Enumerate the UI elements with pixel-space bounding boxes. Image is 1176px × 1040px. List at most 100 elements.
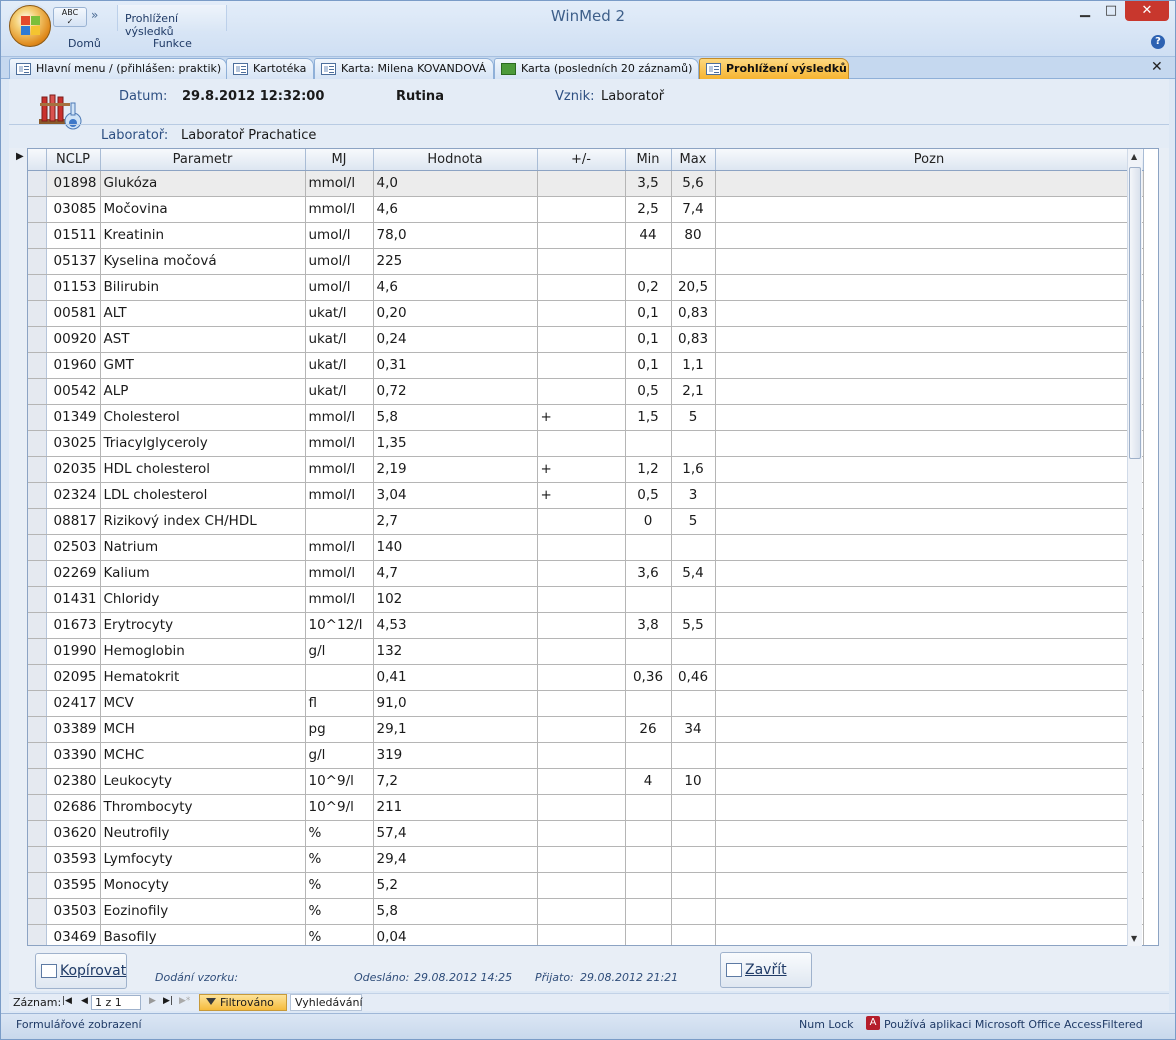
value-cell[interactable]: 0,24 bbox=[373, 326, 538, 353]
nclp-cell[interactable]: 03085 bbox=[46, 196, 101, 223]
nclp-cell[interactable]: 03620 bbox=[46, 820, 101, 847]
min-cell[interactable] bbox=[625, 872, 672, 899]
note-cell[interactable] bbox=[715, 196, 1144, 223]
max-cell[interactable]: 2,1 bbox=[671, 378, 716, 405]
value-cell[interactable]: 0,41 bbox=[373, 664, 538, 691]
close-button[interactable]: Zavřít bbox=[720, 952, 812, 988]
max-cell[interactable]: 20,5 bbox=[671, 274, 716, 301]
nclp-cell[interactable]: 03469 bbox=[46, 924, 101, 945]
parameter-cell[interactable]: MCV bbox=[100, 690, 306, 717]
unit-cell[interactable]: g/l bbox=[305, 638, 374, 665]
value-cell[interactable]: 0,72 bbox=[373, 378, 538, 405]
help-icon[interactable]: ? bbox=[1151, 35, 1165, 49]
flag-cell[interactable] bbox=[537, 820, 626, 847]
nclp-cell[interactable]: 01511 bbox=[46, 222, 101, 249]
unit-cell[interactable] bbox=[305, 508, 374, 535]
unit-cell[interactable]: mmol/l bbox=[305, 560, 374, 587]
row-selector[interactable] bbox=[28, 326, 47, 353]
unit-cell[interactable]: mmol/l bbox=[305, 196, 374, 223]
nclp-cell[interactable]: 01431 bbox=[46, 586, 101, 613]
min-cell[interactable]: 0,5 bbox=[625, 378, 672, 405]
row-selector[interactable] bbox=[28, 664, 47, 691]
column-header-note[interactable]: Pozn bbox=[715, 149, 1144, 171]
previous-record-icon[interactable]: ◀ bbox=[81, 996, 88, 1006]
min-cell[interactable] bbox=[625, 430, 672, 457]
value-cell[interactable]: 4,53 bbox=[373, 612, 538, 639]
min-cell[interactable]: 3,6 bbox=[625, 560, 672, 587]
new-record-icon[interactable]: ▶* bbox=[179, 996, 190, 1006]
table-row[interactable]: 02503 Natrium mmol/l 140 bbox=[28, 534, 1144, 561]
parameter-cell[interactable]: Kalium bbox=[100, 560, 306, 587]
flag-cell[interactable] bbox=[537, 872, 626, 899]
parameter-cell[interactable]: ALT bbox=[100, 300, 306, 327]
max-cell[interactable]: 34 bbox=[671, 716, 716, 743]
value-cell[interactable]: 0,20 bbox=[373, 300, 538, 327]
note-cell[interactable] bbox=[715, 716, 1144, 743]
table-row[interactable]: 01153 Bilirubin umol/l 4,6 0,2 20,5 bbox=[28, 274, 1144, 301]
results-grid[interactable]: NCLP Parametr MJ Hodnota +/- Min Max Poz… bbox=[27, 148, 1159, 946]
flag-cell[interactable] bbox=[537, 638, 626, 665]
flag-cell[interactable]: + bbox=[537, 404, 626, 431]
max-cell[interactable] bbox=[671, 898, 716, 925]
note-cell[interactable] bbox=[715, 742, 1144, 769]
parameter-cell[interactable]: Lymfocyty bbox=[100, 846, 306, 873]
parameter-cell[interactable]: Basofily bbox=[100, 924, 306, 945]
value-cell[interactable]: 132 bbox=[373, 638, 538, 665]
nclp-cell[interactable]: 01673 bbox=[46, 612, 101, 639]
row-selector[interactable] bbox=[28, 456, 47, 483]
flag-cell[interactable] bbox=[537, 924, 626, 945]
unit-cell[interactable]: % bbox=[305, 820, 374, 847]
note-cell[interactable] bbox=[715, 248, 1144, 275]
nclp-cell[interactable]: 02269 bbox=[46, 560, 101, 587]
flag-cell[interactable] bbox=[537, 222, 626, 249]
close-window-button[interactable]: ✕ bbox=[1125, 1, 1169, 21]
value-cell[interactable]: 4,7 bbox=[373, 560, 538, 587]
table-row[interactable]: 01898 Glukóza mmol/l 4,0 3,5 5,6 bbox=[28, 170, 1144, 197]
unit-cell[interactable]: mmol/l bbox=[305, 404, 374, 431]
flag-cell[interactable] bbox=[537, 326, 626, 353]
unit-cell[interactable]: umol/l bbox=[305, 248, 374, 275]
parameter-cell[interactable]: AST bbox=[100, 326, 306, 353]
unit-cell[interactable]: 10^12/l bbox=[305, 612, 374, 639]
table-row[interactable]: 00920 AST ukat/l 0,24 0,1 0,83 bbox=[28, 326, 1144, 353]
note-cell[interactable] bbox=[715, 664, 1144, 691]
max-cell[interactable] bbox=[671, 820, 716, 847]
note-cell[interactable] bbox=[715, 352, 1144, 379]
value-cell[interactable]: 140 bbox=[373, 534, 538, 561]
parameter-cell[interactable]: Močovina bbox=[100, 196, 306, 223]
nclp-cell[interactable]: 01153 bbox=[46, 274, 101, 301]
row-selector[interactable] bbox=[28, 924, 47, 945]
flag-cell[interactable] bbox=[537, 742, 626, 769]
flag-cell[interactable] bbox=[537, 664, 626, 691]
value-cell[interactable]: 4,6 bbox=[373, 196, 538, 223]
min-cell[interactable]: 0,1 bbox=[625, 326, 672, 353]
row-selector[interactable] bbox=[28, 170, 47, 197]
table-row[interactable]: 03390 MCHC g/l 319 bbox=[28, 742, 1144, 769]
nclp-cell[interactable]: 01990 bbox=[46, 638, 101, 665]
parameter-cell[interactable]: Erytrocyty bbox=[100, 612, 306, 639]
tab-patient-card[interactable]: Karta: Milena KOVANDOVÁ bbox=[314, 58, 494, 79]
nclp-cell[interactable]: 00581 bbox=[46, 300, 101, 327]
note-cell[interactable] bbox=[715, 638, 1144, 665]
max-cell[interactable] bbox=[671, 690, 716, 717]
table-row[interactable]: 03620 Neutrofily% 57,4 bbox=[28, 820, 1144, 847]
parameter-cell[interactable]: Cholesterol bbox=[100, 404, 306, 431]
row-selector[interactable] bbox=[28, 300, 47, 327]
max-cell[interactable]: 80 bbox=[671, 222, 716, 249]
nclp-cell[interactable]: 00542 bbox=[46, 378, 101, 405]
min-cell[interactable] bbox=[625, 794, 672, 821]
max-cell[interactable]: 10 bbox=[671, 768, 716, 795]
column-header-value[interactable]: Hodnota bbox=[373, 149, 538, 171]
table-row[interactable]: 01511 Kreatinin umol/l 78,0 44 80 bbox=[28, 222, 1144, 249]
scroll-up-icon[interactable]: ▲ bbox=[1131, 152, 1137, 161]
max-cell[interactable] bbox=[671, 586, 716, 613]
parameter-cell[interactable]: Glukóza bbox=[100, 170, 306, 197]
note-cell[interactable] bbox=[715, 768, 1144, 795]
max-cell[interactable]: 7,4 bbox=[671, 196, 716, 223]
search-input[interactable]: Vyhledávání bbox=[290, 994, 363, 1011]
max-cell[interactable]: 5,4 bbox=[671, 560, 716, 587]
flag-cell[interactable] bbox=[537, 248, 626, 275]
value-cell[interactable]: 5,2 bbox=[373, 872, 538, 899]
note-cell[interactable] bbox=[715, 222, 1144, 249]
row-selector[interactable] bbox=[28, 508, 47, 535]
